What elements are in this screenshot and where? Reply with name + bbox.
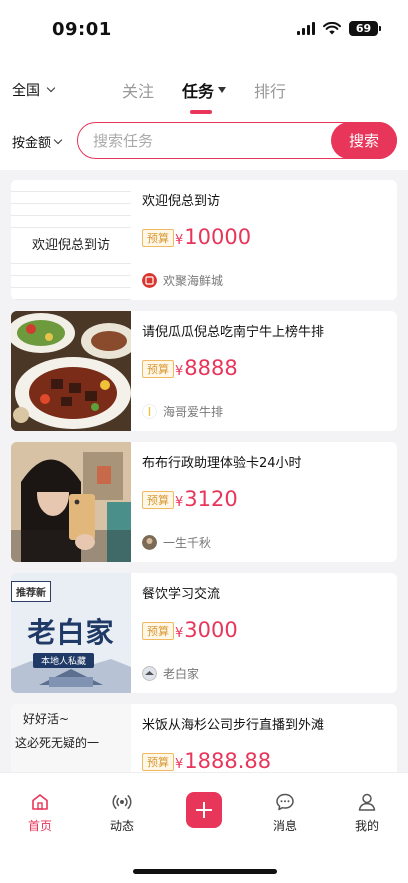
thumbnail-badge: 推荐新 — [11, 581, 51, 602]
status-time: 09:01 — [52, 19, 112, 40]
battery-level: 69 — [355, 22, 372, 35]
status-icons: 69 — [297, 21, 381, 36]
selfie-photo — [11, 442, 131, 562]
price-amount: 10000 — [184, 225, 252, 249]
author-name: 海哥爱牛排 — [163, 405, 224, 419]
search-input[interactable] — [93, 129, 313, 153]
home-indicator — [133, 869, 277, 874]
avatar — [142, 273, 157, 288]
sort-selector[interactable]: 按金额 — [12, 132, 63, 151]
task-card[interactable]: 推荐新 老白家 本地人私藏 餐饮学习交流 预算 ¥ 3000 老白家 — [11, 573, 397, 693]
steak-photo — [11, 311, 131, 431]
task-list[interactable]: 欢迎倪总到访 欢迎倪总到访 预算 ¥ 10000 欢聚海鲜城 请倪瓜瓜倪总吃南宁… — [0, 170, 408, 772]
task-price: ¥ 3120 — [175, 487, 238, 511]
task-thumbnail: 好好活~ 这必死无疑的一 — [11, 704, 131, 772]
nav-feed[interactable]: 动态 — [92, 791, 152, 834]
plus-icon — [196, 802, 212, 818]
task-author[interactable]: 海哥爱牛排 — [142, 403, 223, 420]
wifi-icon — [323, 22, 341, 35]
nav-label: 消息 — [272, 819, 297, 833]
nav-messages[interactable]: 消息 — [255, 791, 315, 834]
budget-tag: 预算 — [142, 360, 174, 378]
thumbnail-subtitle: 本地人私藏 — [33, 653, 95, 668]
task-title: 餐饮学习交流 — [142, 587, 221, 602]
home-icon — [32, 794, 48, 810]
search-row: 按金额 搜索 — [0, 122, 408, 160]
task-author[interactable]: 一生千秋 — [142, 534, 211, 551]
tab-label: 关注 — [121, 82, 154, 101]
nav-label: 我的 — [354, 819, 379, 833]
nav-profile[interactable]: 我的 — [337, 791, 397, 834]
profile-icon — [358, 793, 376, 811]
battery-icon: 69 — [349, 21, 381, 36]
nav-home[interactable]: 首页 — [10, 791, 70, 834]
task-card[interactable]: 好好活~ 这必死无疑的一 米饭从海杉公司步行直播到外滩 预算 ¥ 1888.88 — [11, 704, 397, 772]
budget-tag: 预算 — [142, 491, 174, 509]
price-amount: 3000 — [184, 618, 238, 642]
task-thumbnail — [11, 442, 131, 562]
avatar — [142, 666, 157, 681]
nav-label: 首页 — [27, 819, 52, 833]
currency-symbol: ¥ — [175, 626, 184, 641]
task-card[interactable]: 布布行政助理体验卡24小时 预算 ¥ 3120 一生千秋 — [11, 442, 397, 562]
nav-label: 动态 — [109, 819, 134, 833]
price-amount: 8888 — [184, 356, 238, 380]
tab-ranking[interactable]: 排行 — [254, 78, 286, 102]
currency-symbol: ¥ — [175, 364, 184, 379]
task-card[interactable]: 请倪瓜瓜倪总吃南宁牛上榜牛排 预算 ¥ 8888 海哥爱牛排 — [11, 311, 397, 431]
top-nav: 全国 关注 任务 排行 — [0, 70, 408, 114]
currency-symbol: ¥ — [175, 233, 184, 248]
budget-tag: 预算 — [142, 753, 174, 771]
chevron-down-icon — [53, 135, 63, 144]
status-bar: 09:01 69 — [0, 0, 408, 60]
active-tab-indicator — [189, 110, 212, 114]
cartoon-photo — [11, 704, 131, 772]
task-price: ¥ 10000 — [175, 225, 251, 249]
author-name: 老白家 — [163, 667, 200, 681]
avatar — [142, 535, 157, 550]
price-amount: 3120 — [184, 487, 238, 511]
tab-label: 任务 — [181, 82, 214, 101]
author-name: 一生千秋 — [163, 536, 212, 550]
task-price: ¥ 1888.88 — [175, 749, 271, 772]
task-author[interactable]: 老白家 — [142, 665, 199, 682]
publish-task-button[interactable] — [186, 792, 222, 828]
budget-tag: 预算 — [142, 229, 174, 247]
tab-bar: 关注 任务 排行 — [0, 78, 408, 114]
task-price: ¥ 3000 — [175, 618, 238, 642]
budget-tag: 预算 — [142, 622, 174, 640]
task-title: 米饭从海杉公司步行直播到外滩 — [142, 718, 325, 733]
task-title: 请倪瓜瓜倪总吃南宁牛上榜牛排 — [142, 325, 325, 340]
currency-symbol: ¥ — [175, 495, 184, 510]
search-box: 搜索 — [77, 122, 397, 159]
task-author[interactable]: 欢聚海鲜城 — [142, 272, 223, 289]
tab-tasks[interactable]: 任务 — [181, 78, 226, 114]
task-card[interactable]: 欢迎倪总到访 欢迎倪总到访 预算 ¥ 10000 欢聚海鲜城 — [11, 180, 397, 300]
task-thumbnail: 欢迎倪总到访 — [11, 180, 131, 300]
search-button[interactable]: 搜索 — [331, 122, 397, 159]
tab-label: 排行 — [254, 82, 287, 101]
tab-follow[interactable]: 关注 — [122, 78, 154, 102]
price-amount: 1888.88 — [184, 749, 272, 772]
broadcast-icon — [112, 795, 132, 809]
currency-symbol: ¥ — [175, 757, 184, 772]
sort-label: 按金额 — [12, 136, 52, 151]
task-price: ¥ 8888 — [175, 356, 238, 380]
caret-down-icon — [218, 87, 226, 93]
task-title: 布布行政助理体验卡24小时 — [142, 456, 302, 471]
task-thumbnail: 推荐新 老白家 本地人私藏 — [11, 573, 131, 693]
bottom-nav: 首页 动态 消息 我的 — [0, 772, 408, 883]
message-icon — [276, 793, 294, 811]
thumbnail-brand: 老白家 — [27, 616, 115, 649]
author-name: 欢聚海鲜城 — [163, 274, 224, 288]
avatar — [142, 404, 157, 419]
task-thumbnail — [11, 311, 131, 431]
cellular-signal-icon — [297, 22, 315, 35]
task-title: 欢迎倪总到访 — [142, 194, 221, 209]
thumbnail-caption: 欢迎倪总到访 — [11, 232, 131, 255]
